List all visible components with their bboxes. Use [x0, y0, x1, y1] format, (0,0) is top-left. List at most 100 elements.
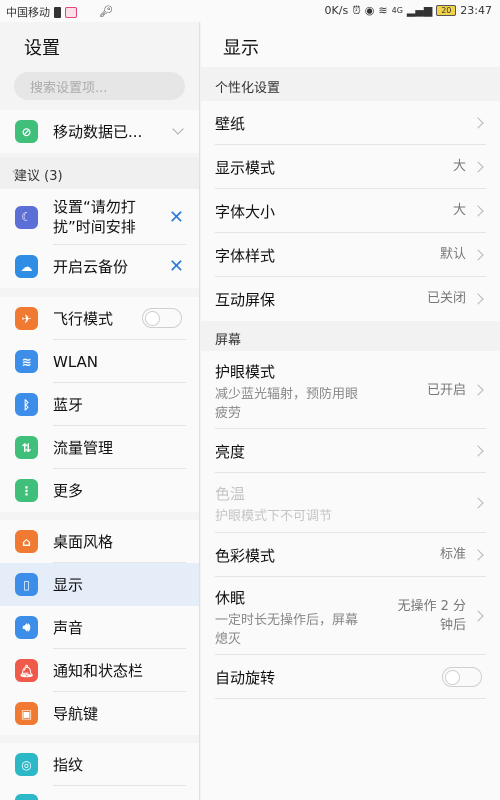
- sidebar-item-home-style[interactable]: ⌂ 桌面风格: [0, 520, 199, 563]
- sim-icon: [54, 6, 61, 18]
- setting-value: 标准: [439, 547, 466, 562]
- setting-brightness[interactable]: 亮度: [201, 429, 500, 473]
- setting-eye-comfort[interactable]: 护眼模式 减少蓝光辐射，预防用眼 疲劳 已开启: [201, 351, 500, 429]
- chevron-down-icon[interactable]: [172, 123, 184, 135]
- more-icon: ⋮: [15, 479, 38, 502]
- home-icon: ⌂: [15, 530, 38, 553]
- alarm-icon: ⏰︎: [352, 3, 361, 17]
- sidebar-item-label: 指纹: [53, 756, 84, 774]
- sidebar-item-label: 蓝牙: [53, 396, 84, 414]
- dismiss-suggestion-button[interactable]: ✕: [169, 256, 184, 277]
- bluetooth-icon: ᛒ: [15, 393, 38, 416]
- airplane-mode-toggle[interactable]: [142, 308, 182, 328]
- device-group: ⌂ 桌面风格 ▯ 显示 🔊︎ 声音 🔔︎ 通知和状态栏 ▣ 导航键: [0, 520, 199, 735]
- setting-font-size[interactable]: 字体大小 大: [201, 189, 500, 233]
- sidebar-item-label: WLAN: [53, 352, 99, 371]
- setting-value: 大: [452, 159, 466, 174]
- sidebar-item-wlan[interactable]: ≋ WLAN: [0, 340, 199, 383]
- section-header-personalize: 个性化设置: [201, 67, 500, 101]
- sidebar-item-fingerprint[interactable]: ◎ 指纹: [0, 743, 199, 786]
- sidebar-item-display[interactable]: ▯ 显示: [0, 563, 199, 606]
- suggestion-cloud-backup[interactable]: ☁ 开启云备份 ✕: [0, 245, 199, 288]
- chevron-right-icon: [472, 497, 484, 509]
- divider: [215, 698, 486, 699]
- setting-color-mode[interactable]: 色彩模式 标准: [201, 533, 500, 577]
- sidebar-item-mobile-data[interactable]: ⊘ 移动数据已...: [0, 110, 199, 153]
- signal-icon: 4G: [391, 5, 403, 15]
- setting-display-mode[interactable]: 显示模式 大: [201, 145, 500, 189]
- setting-title: 字体样式: [215, 247, 276, 265]
- setting-value: 已关闭: [426, 291, 466, 306]
- traffic-icon: ⇅: [15, 436, 38, 459]
- network-speed: 0K/s: [324, 4, 349, 17]
- setting-value: 默认: [439, 247, 466, 262]
- sidebar-item-notifications[interactable]: 🔔︎ 通知和状态栏: [0, 649, 199, 692]
- setting-sleep[interactable]: 休眠 一定时长无操作后，屏幕 熄灭 无操作 2 分 钟后: [201, 577, 500, 655]
- sidebar-item-partial[interactable]: [0, 786, 199, 800]
- bell-icon: 🔔︎: [15, 659, 38, 682]
- section-header-label: 个性化设置: [215, 81, 281, 96]
- setting-value: 无操作 2 分 钟后: [397, 599, 466, 633]
- key-icon: 🔑︎: [99, 5, 113, 18]
- setting-value: 大: [452, 203, 466, 218]
- dismiss-suggestion-button[interactable]: ✕: [169, 207, 184, 228]
- status-bar: 中国移动 🔑︎ 0K/s ⏰︎ ◉ ≋ 4G ▂▄▆ 20 23:47: [0, 0, 500, 22]
- chevron-right-icon: [472, 249, 484, 261]
- fingerprint-icon: ◎: [15, 753, 38, 776]
- mobile-data-off-icon: ⊘: [15, 120, 38, 143]
- sidebar-item-label: 显示: [53, 576, 84, 594]
- suggestions-header: 建议 (3): [0, 157, 199, 189]
- sidebar-title: 设置: [24, 38, 60, 59]
- suggestion-label: 开启云备份: [53, 258, 129, 276]
- chevron-right-icon: [472, 445, 484, 457]
- sidebar-item-traffic[interactable]: ⇅ 流量管理: [0, 426, 199, 469]
- cloud-backup-icon: ☁: [15, 255, 38, 278]
- mobile-data-group: ⊘ 移动数据已...: [0, 110, 199, 153]
- sidebar-item-sound[interactable]: 🔊︎ 声音: [0, 606, 199, 649]
- wifi-icon: ≋: [15, 350, 38, 373]
- airplane-icon: ✈: [15, 307, 38, 330]
- setting-title: 色温: [215, 485, 246, 503]
- setting-interactive-screensaver[interactable]: 互动屏保 已关闭: [201, 277, 500, 321]
- setting-title: 自动旋转: [215, 669, 276, 687]
- sidebar-item-label: 通知和状态栏: [53, 662, 144, 680]
- setting-font-style[interactable]: 字体样式 默认: [201, 233, 500, 277]
- display-icon: ▯: [15, 573, 38, 596]
- sidebar-item-label: 声音: [53, 619, 84, 637]
- sidebar-item-more[interactable]: ⋮ 更多: [0, 469, 199, 512]
- suggestion-dnd-schedule[interactable]: ☾ 设置“请勿打 扰”时间安排 ✕: [0, 189, 199, 245]
- suggestion-label: 设置“请勿打 扰”时间安排: [53, 198, 136, 236]
- chevron-right-icon: [472, 549, 484, 561]
- setting-subtitle: 护眼模式下不可调节: [215, 509, 333, 524]
- setting-auto-rotate[interactable]: 自动旋转: [201, 655, 500, 699]
- sidebar-item-label: 流量管理: [53, 439, 114, 457]
- setting-color-temperature: 色温 护眼模式下不可调节: [201, 473, 500, 533]
- security-group: ◎ 指纹: [0, 743, 199, 800]
- carrier-name: 中国移动: [6, 6, 50, 19]
- display-settings-pane: 显示 个性化设置 壁纸 显示模式 大 字体大小 大 字体样式 默认 互动屏保 已…: [201, 22, 500, 800]
- setting-title: 休眠: [215, 589, 246, 607]
- network-group: ✈ 飞行模式 ≋ WLAN ᛒ 蓝牙 ⇅ 流量管理 ⋮ 更多: [0, 297, 199, 512]
- setting-value: 已开启: [426, 383, 466, 398]
- eye-icon: ◉: [364, 3, 375, 17]
- sidebar-item-label: 导航键: [53, 705, 99, 723]
- setting-subtitle: 减少蓝光辐射，预防用眼 疲劳: [215, 387, 359, 421]
- chevron-right-icon: [472, 205, 484, 217]
- suggestions-group: ☾ 设置“请勿打 扰”时间安排 ✕ ☁ 开启云备份 ✕: [0, 189, 199, 288]
- settings-sidebar: 设置 搜索设置项... ⊘ 移动数据已... 建议 (3) ☾ 设置“请勿打 扰…: [0, 22, 200, 800]
- setting-title: 壁纸: [215, 115, 246, 133]
- auto-rotate-toggle[interactable]: [442, 667, 482, 687]
- setting-subtitle: 一定时长无操作后，屏幕 熄灭: [215, 613, 359, 647]
- battery-icon: 20: [436, 5, 457, 16]
- setting-wallpaper[interactable]: 壁纸: [201, 101, 500, 145]
- message-icon: [65, 6, 77, 18]
- sidebar-item-airplane-mode[interactable]: ✈ 飞行模式: [0, 297, 199, 340]
- chevron-right-icon: [472, 384, 484, 396]
- sidebar-item-bluetooth[interactable]: ᛒ 蓝牙: [0, 383, 199, 426]
- setting-title: 字体大小: [215, 203, 276, 221]
- section-header-label: 屏幕: [215, 333, 242, 348]
- sidebar-item-navigation-key[interactable]: ▣ 导航键: [0, 692, 199, 735]
- search-input[interactable]: 搜索设置项...: [14, 72, 185, 100]
- sidebar-item-label: 移动数据已...: [53, 123, 143, 141]
- chevron-right-icon: [472, 293, 484, 305]
